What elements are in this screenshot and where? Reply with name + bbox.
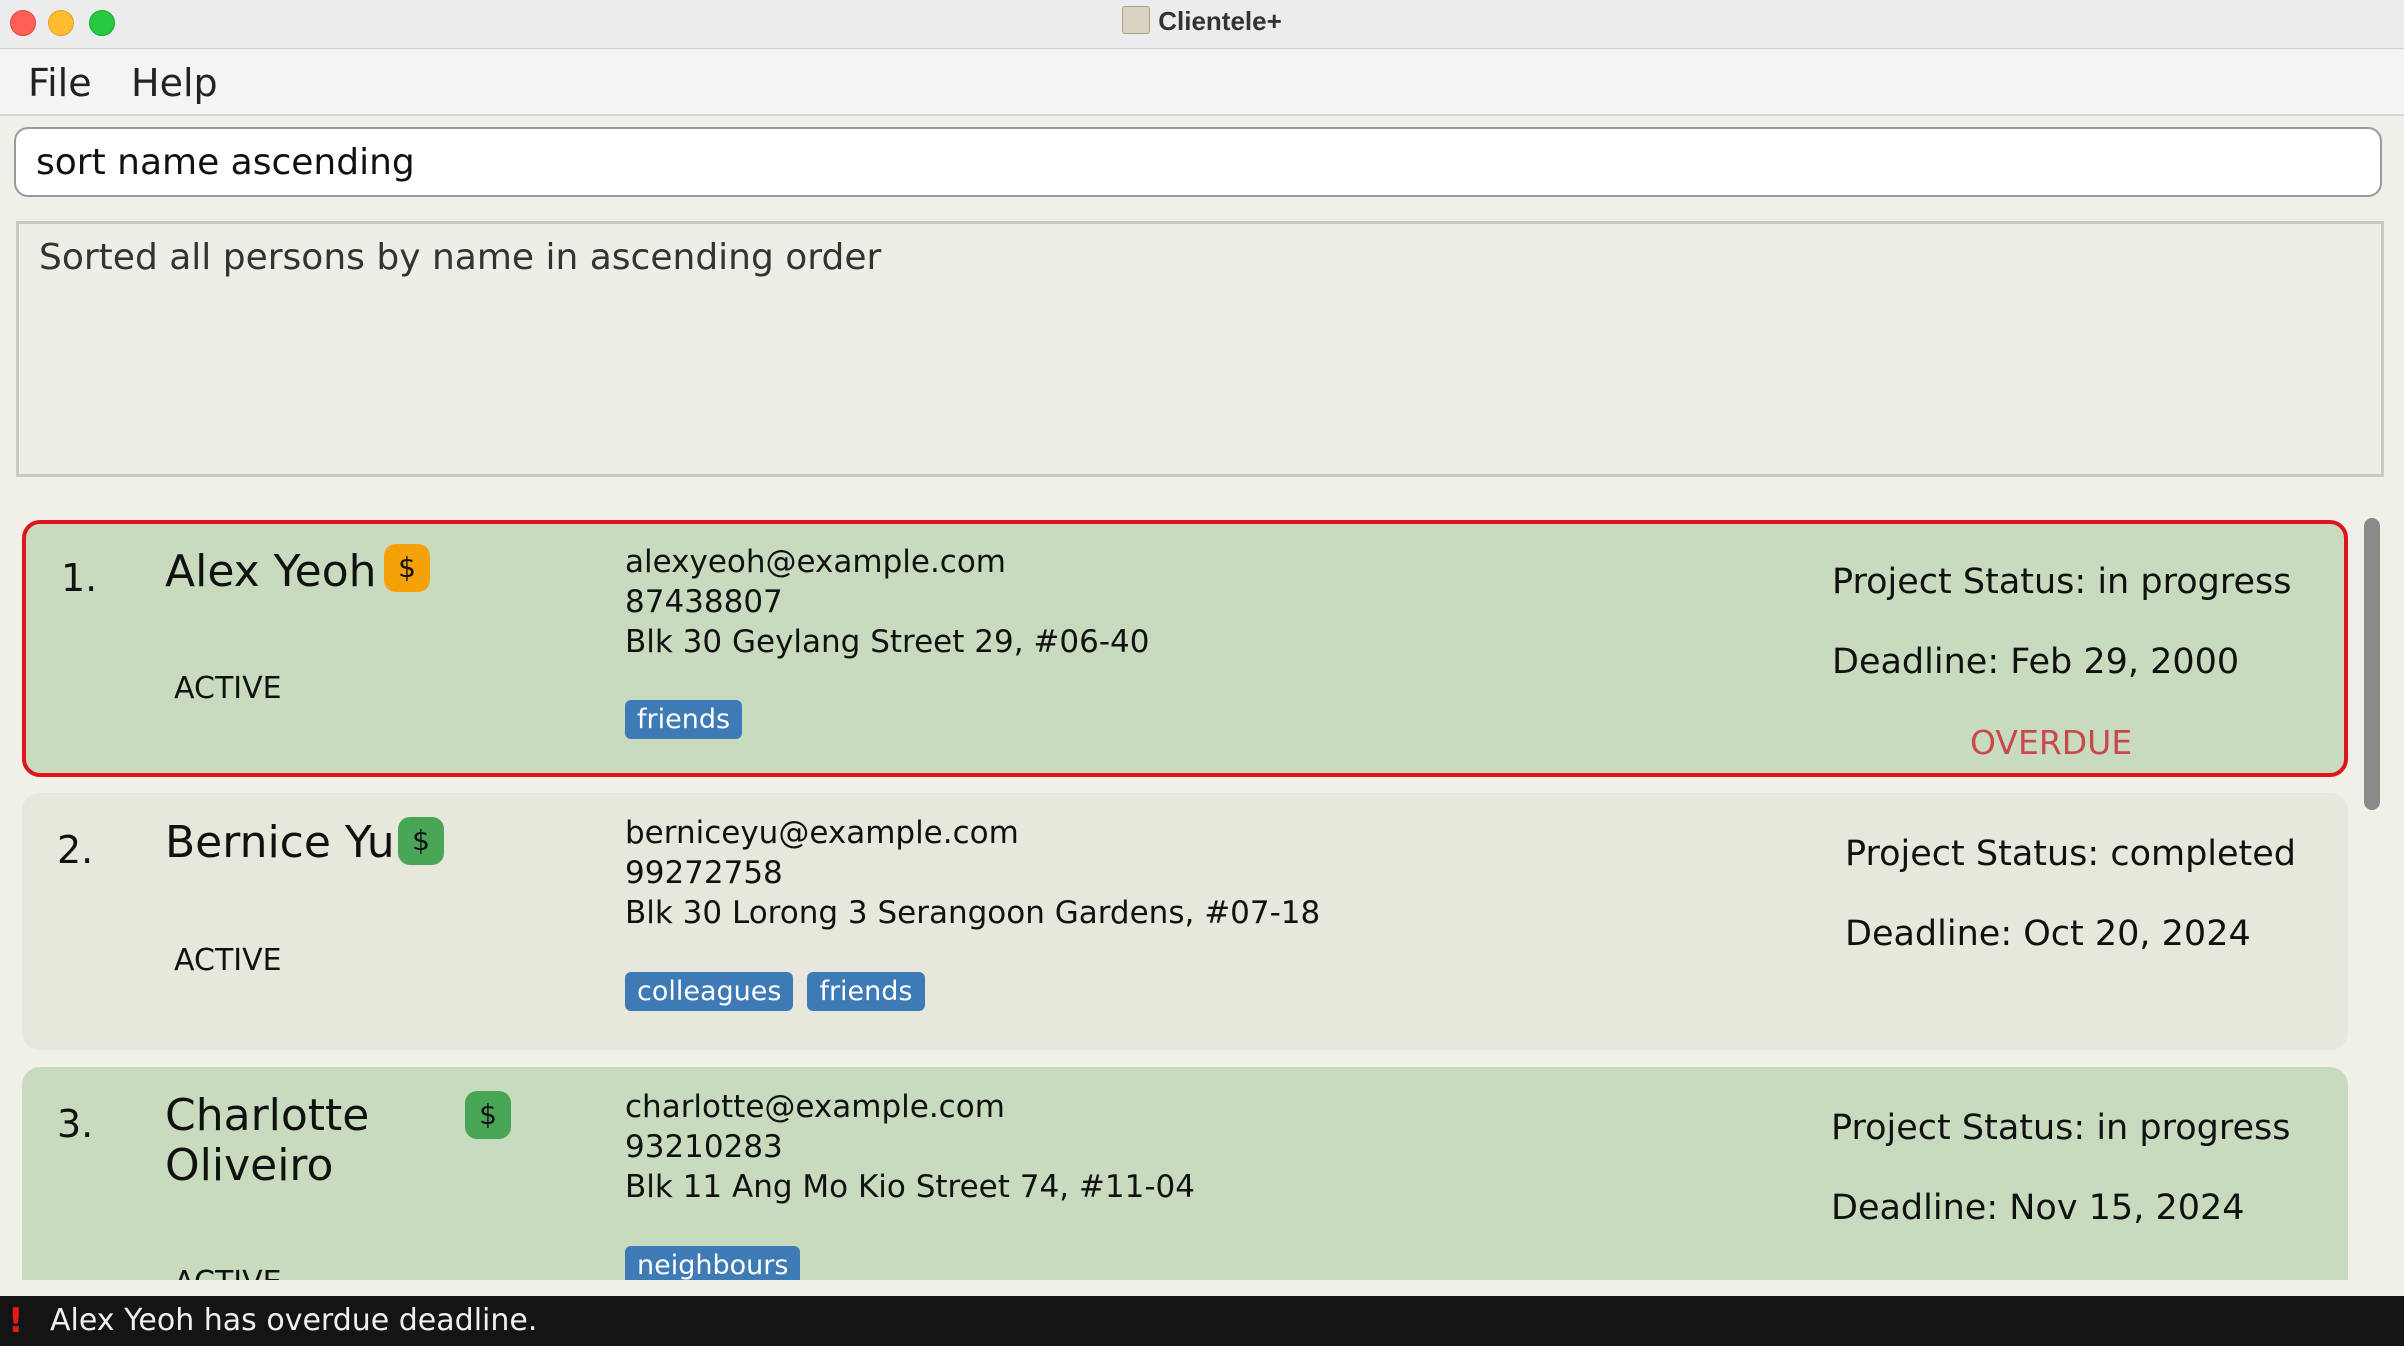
command-box [14, 127, 2382, 197]
title-bar: Clientele+ [0, 0, 2404, 49]
contact-details: berniceyu@example.com 99272758 Blk 30 Lo… [625, 813, 1320, 933]
dollar-icon: $ [384, 544, 430, 592]
client-status: ACTIVE [174, 1265, 282, 1280]
person-name-line: Charlotte [165, 1090, 370, 1141]
person-card[interactable]: 1. Alex Yeoh $ ACTIVE alexyeoh@example.c… [22, 520, 2348, 777]
person-email: alexyeoh@example.com [625, 544, 1007, 580]
client-status: ACTIVE [174, 671, 282, 706]
tag-list: friends [625, 700, 743, 739]
menu-help[interactable]: Help [131, 61, 218, 105]
person-index: 1. [61, 556, 98, 600]
warning-icon: ! [8, 1301, 24, 1341]
person-index: 2. [57, 828, 94, 872]
person-phone: 87438807 [625, 584, 783, 620]
menu-file[interactable]: File [28, 61, 92, 105]
person-phone: 99272758 [625, 855, 783, 891]
person-address: Blk 11 Ang Mo Kio Street 74, #11-04 [625, 1169, 1195, 1205]
person-name: Charlotte Oliveiro [165, 1091, 369, 1191]
person-name: Alex Yeoh [165, 546, 377, 597]
dollar-icon: $ [465, 1091, 511, 1139]
project-status: Project Status: in progress [1831, 1108, 2291, 1148]
person-card[interactable]: 3. Charlotte Oliveiro $ ACTIVE charlotte… [22, 1067, 2348, 1280]
client-status: ACTIVE [174, 943, 282, 978]
project-status: Project Status: completed [1845, 834, 2297, 874]
deadline: Deadline: Nov 15, 2024 [1831, 1188, 2245, 1228]
address-book-icon [1122, 6, 1151, 34]
deadline: Deadline: Oct 20, 2024 [1845, 914, 2251, 954]
person-name: Bernice Yu [165, 817, 395, 868]
person-phone: 93210283 [625, 1129, 783, 1165]
person-list[interactable]: 1. Alex Yeoh $ ACTIVE alexyeoh@example.c… [0, 500, 2404, 1280]
menu-bar: File Help [0, 50, 2404, 116]
window-title: Clientele+ [0, 6, 2404, 37]
tag-list: colleagues friends [625, 972, 925, 1011]
person-name-line: Oliveiro [165, 1140, 334, 1191]
person-email: charlotte@example.com [625, 1089, 1005, 1125]
project-status: Project Status: in progress [1832, 562, 2292, 602]
tag-list: neighbours [625, 1246, 801, 1280]
person-card[interactable]: 2. Bernice Yu $ ACTIVE berniceyu@example… [22, 793, 2348, 1050]
command-input[interactable] [16, 129, 2380, 195]
status-message: Alex Yeoh has overdue deadline. [50, 1303, 538, 1338]
person-address: Blk 30 Lorong 3 Serangoon Gardens, #07-1… [625, 895, 1321, 931]
result-display[interactable]: Sorted all persons by name in ascending … [16, 221, 2384, 477]
tag: colleagues [625, 972, 794, 1011]
status-bar: ! Alex Yeoh has overdue deadline. [0, 1296, 2404, 1346]
overdue-label: OVERDUE [1970, 723, 2133, 762]
person-index: 3. [57, 1102, 94, 1146]
contact-details: charlotte@example.com 93210283 Blk 11 An… [625, 1087, 1195, 1207]
person-address: Blk 30 Geylang Street 29, #06-40 [625, 624, 1150, 660]
tag: friends [625, 700, 743, 739]
dollar-icon: $ [398, 817, 444, 865]
person-email: berniceyu@example.com [625, 815, 1019, 851]
contact-details: alexyeoh@example.com 87438807 Blk 30 Gey… [625, 542, 1149, 662]
tag: neighbours [625, 1246, 801, 1280]
deadline: Deadline: Feb 29, 2000 [1832, 642, 2240, 682]
tag: friends [807, 972, 925, 1011]
list-scrollbar[interactable] [2364, 518, 2380, 810]
result-text: Sorted all persons by name in ascending … [39, 237, 882, 278]
